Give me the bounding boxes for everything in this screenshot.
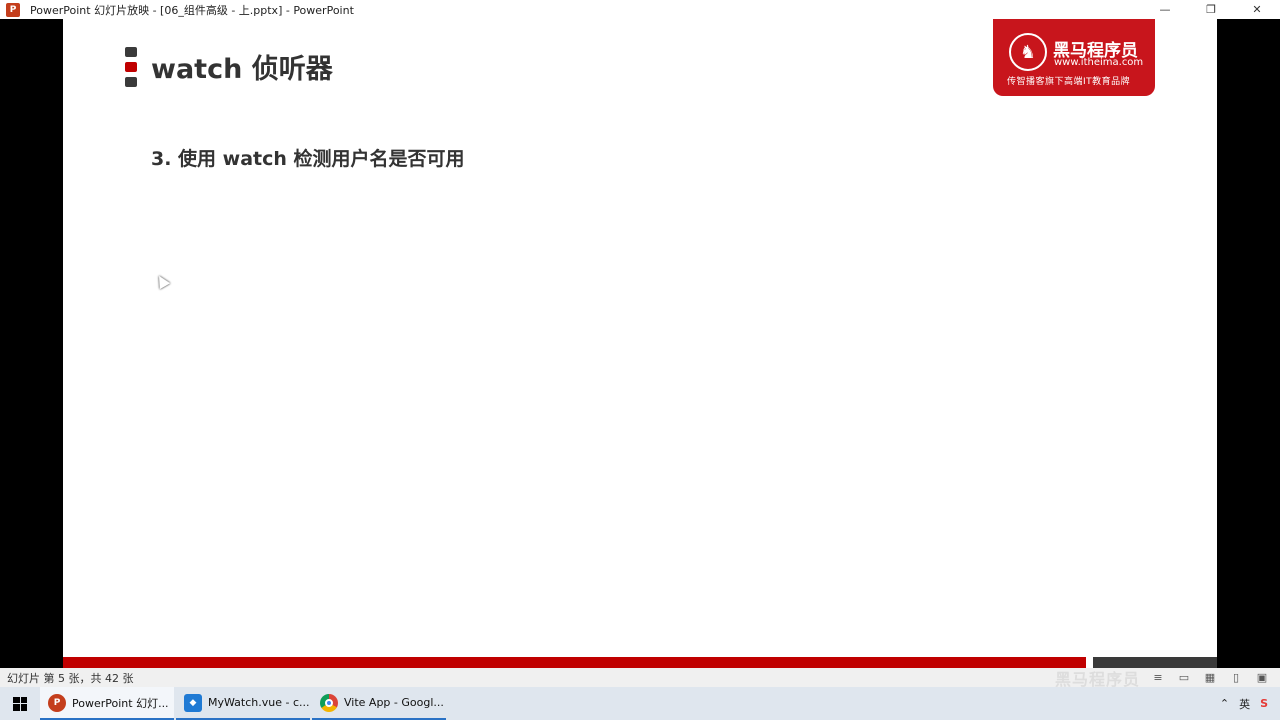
taskbar-item-label: Vite App - Googl...	[344, 696, 444, 709]
window-title: PowerPoint 幻灯片放映 - [06_组件高级 - 上.pptx] - …	[30, 3, 354, 17]
taskbar-item-powerpoint[interactable]: P PowerPoint 幻灯...	[40, 687, 174, 720]
statusbar: 幻灯片 第 5 张，共 42 张 黑马程序员 ≡ ▭ ▦ ▯ ▣	[0, 666, 1280, 690]
taskbar-item-vscode[interactable]: ◆ MyWatch.vue - c...	[176, 687, 310, 720]
windows-icon	[13, 696, 27, 711]
taskbar: P PowerPoint 幻灯... ◆ MyWatch.vue - c... …	[0, 687, 1280, 720]
restore-button[interactable]: ❐	[1188, 0, 1234, 19]
minimize-button[interactable]: —	[1142, 0, 1188, 19]
logo-slogan: 传智播客旗下高端IT教育品牌	[1007, 77, 1131, 87]
slide-bullet-point: 3. 使用 watch 检测用户名是否可用	[151, 148, 465, 170]
slide-footer-bar	[63, 657, 1086, 668]
slide-counter: 幻灯片 第 5 张，共 42 张	[7, 671, 134, 685]
horse-logo-icon: ♞	[1009, 33, 1047, 71]
slideshow-area[interactable]: watch 侦听器 3. 使用 watch 检测用户名是否可用 ♞ 黑马程序员 …	[0, 19, 1280, 668]
taskbar-item-label: PowerPoint 幻灯...	[72, 696, 169, 710]
start-button[interactable]	[0, 687, 40, 720]
normal-view-icon[interactable]: ▭	[1176, 671, 1192, 684]
slideshow-icon[interactable]: ▣	[1254, 671, 1270, 684]
logo-url: www.itheima.com	[1054, 57, 1144, 68]
reading-view-icon[interactable]: ▯	[1228, 671, 1244, 684]
system-tray: ⌃ 英 S	[1220, 687, 1280, 720]
watermark: 黑马程序员	[1054, 669, 1140, 689]
notes-icon[interactable]: ≡	[1150, 671, 1166, 684]
title-bullet-icon	[125, 47, 137, 92]
tray-chevron-icon[interactable]: ⌃	[1220, 697, 1229, 710]
status-controls: 黑马程序员 ≡ ▭ ▦ ▯ ▣	[1055, 666, 1280, 690]
window-controls: — ❐ ✕	[1142, 0, 1280, 19]
powerpoint-icon: P	[6, 2, 20, 17]
taskbar-item-chrome[interactable]: Vite App - Googl...	[312, 687, 446, 720]
close-button[interactable]: ✕	[1234, 0, 1280, 19]
sogou-ime-icon[interactable]: S	[1260, 697, 1268, 710]
slide-sorter-icon[interactable]: ▦	[1202, 671, 1218, 684]
brand-logo: ♞ 黑马程序员 www.itheima.com 传智播客旗下高端IT教育品牌	[993, 19, 1155, 96]
window-titlebar: P PowerPoint 幻灯片放映 - [06_组件高级 - 上.pptx] …	[0, 0, 1280, 19]
taskbar-item-label: MyWatch.vue - c...	[208, 696, 310, 709]
vscode-icon: ◆	[184, 693, 202, 712]
ime-indicator[interactable]: 英	[1239, 696, 1250, 712]
slide-title: watch 侦听器	[151, 54, 333, 85]
chrome-icon	[320, 693, 338, 712]
powerpoint-icon: P	[48, 693, 66, 712]
slide[interactable]: watch 侦听器 3. 使用 watch 检测用户名是否可用 ♞ 黑马程序员 …	[63, 19, 1217, 668]
